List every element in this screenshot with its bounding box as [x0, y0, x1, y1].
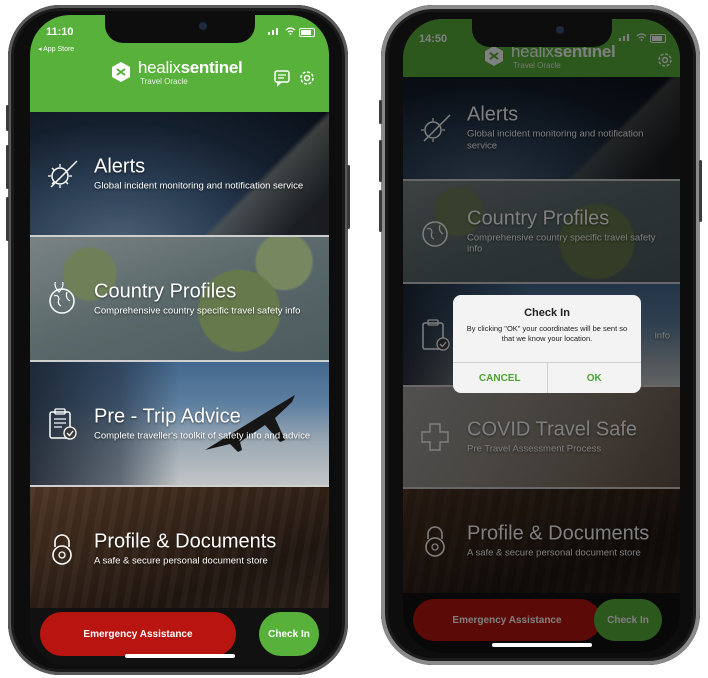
volume-down-button [6, 197, 9, 241]
globe-location-icon [49, 281, 75, 314]
mute-switch [6, 105, 9, 131]
message-icon[interactable] [273, 69, 291, 87]
notch [104, 15, 255, 43]
volume-down-button [379, 190, 382, 232]
signal-icon [267, 28, 278, 35]
tile-subtitle: Complete traveller's toolkit of safety i… [94, 430, 311, 442]
battery-icon [299, 28, 315, 38]
dialog-title: Check In [524, 307, 570, 319]
emergency-assistance-button[interactable]: Emergency Assistance [40, 612, 236, 656]
home-indicator[interactable] [491, 643, 592, 647]
dialog-actions: CANCEL OK [453, 362, 641, 393]
tile-subtitle: Comprehensive country specific travel sa… [94, 305, 301, 317]
brand-name-bold: healix [138, 58, 181, 77]
brand-tagline: Travel Oracle [140, 77, 188, 86]
tile-profile-documents[interactable]: Profile & Documents A safe & secure pers… [30, 487, 329, 611]
tile-pre-trip-advice[interactable]: Pre - Trip Advice Complete traveller's t… [30, 362, 329, 487]
tile-title: Country Profiles [94, 280, 237, 303]
tile-title: Alerts [94, 155, 146, 178]
status-time: 11:10 [46, 26, 74, 38]
tile-alerts[interactable]: Alerts Global incident monitoring and no… [30, 112, 329, 237]
clipboard-check-icon [49, 407, 77, 440]
mute-switch [379, 100, 382, 124]
wifi-icon [285, 27, 296, 35]
status-icons [267, 27, 315, 38]
tile-subtitle: Global incident monitoring and notificat… [94, 180, 304, 192]
tile-subtitle: A safe & secure personal document store [94, 555, 268, 567]
tile-country-profiles[interactable]: Country Profiles Comprehensive country s… [30, 237, 329, 362]
dialog-message: By clicking "OK" your coordinates will b… [466, 324, 628, 343]
padlock-icon [52, 534, 72, 565]
back-to-app-store-link[interactable]: ◂ App Store [38, 45, 74, 53]
brand-name-rest: sentinel [180, 58, 243, 77]
tile-title: Pre - Trip Advice [94, 405, 241, 428]
home-indicator[interactable] [124, 654, 235, 658]
power-button [347, 165, 350, 229]
phone-right: 14:50 healixsentinel Travel Oracle [379, 5, 702, 665]
gear-icon[interactable] [298, 69, 316, 87]
power-button [699, 160, 702, 222]
virus-alert-icon [48, 159, 78, 188]
app-screen-home: 11:10 ◂ App Store healixsentinel Travel … [30, 15, 329, 666]
brand-logo: healixsentinel Travel Oracle [110, 58, 243, 86]
app-screen-checkin-dialog: 14:50 healixsentinel Travel Oracle [403, 19, 680, 653]
phone-left: 11:10 ◂ App Store healixsentinel Travel … [6, 5, 350, 675]
cancel-button[interactable]: CANCEL [453, 363, 547, 393]
volume-up-button [379, 140, 382, 182]
notch [471, 19, 612, 47]
check-in-dialog: Check In By clicking "OK" your coordinat… [453, 295, 641, 393]
volume-up-button [6, 145, 9, 189]
healix-logo-icon [112, 62, 130, 82]
tile-title: Profile & Documents [94, 530, 277, 553]
check-in-button[interactable]: Check In [259, 612, 319, 656]
ok-button[interactable]: OK [546, 363, 642, 393]
